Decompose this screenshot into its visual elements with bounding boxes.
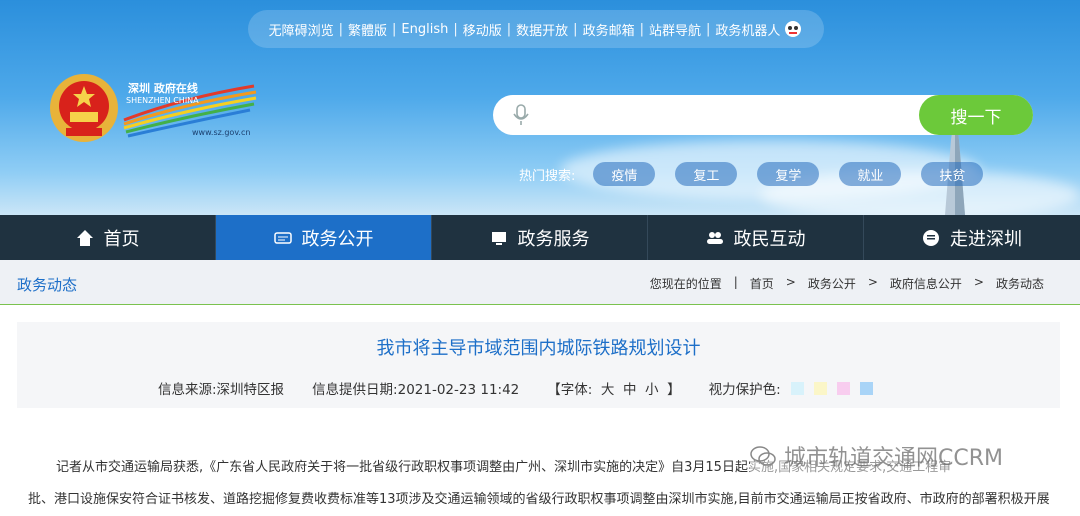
eye-color-swatch-pink[interactable] [836, 381, 850, 395]
article-source: 信息来源:深圳特区报 [158, 382, 285, 398]
search-button[interactable]: 搜一下 [919, 95, 1033, 135]
eye-protection-label: 视力保护色: [708, 382, 781, 398]
people-icon [706, 231, 723, 244]
top-link-gov-mail[interactable]: 政务邮箱 [583, 20, 635, 39]
hot-search-label: 热门搜索: [519, 168, 576, 184]
watermark: 城市轨道交通网CCRM [750, 440, 1003, 472]
microphone-icon[interactable] [513, 104, 529, 126]
nav-item-interaction[interactable]: 政民互动 [648, 215, 864, 260]
logo-url: www.sz.gov.cn [192, 128, 251, 137]
nav-label: 首页 [103, 228, 140, 250]
chat-icon [923, 229, 939, 246]
breadcrumb: 您现在的位置 | 首页 > 政务公开 > 政府信息公开 > 政务动态 [649, 275, 1044, 292]
nav-label: 走进深圳 [950, 228, 1022, 250]
nav-item-gov-affairs[interactable]: 政务公开 [216, 215, 432, 260]
article-paragraph: 批、港口设施保安符合证书核发、道路挖掘修复费收费标准等13项涉及交通运输领域的省… [28, 492, 1050, 507]
hot-keyword[interactable]: 复工 [675, 162, 738, 186]
logo-text-en: SHENZHEN CHINA [126, 96, 199, 105]
logo-text-cn: 深圳 政府在线 [128, 82, 198, 95]
news-icon [273, 231, 292, 244]
top-link-mobile[interactable]: 移动版 [463, 20, 502, 39]
breadcrumb-item[interactable]: 政务动态 [996, 275, 1044, 292]
search-bar: 搜一下 [493, 95, 1033, 135]
article-date: 信息提供日期:2021-02-23 11:42 [312, 382, 520, 398]
breadcrumb-label: 您现在的位置 [649, 277, 722, 291]
hot-keyword[interactable]: 复学 [757, 162, 820, 186]
top-link-accessibility[interactable]: 无障碍浏览 [269, 20, 334, 39]
nav-item-about-shenzhen[interactable]: 走进深圳 [864, 215, 1080, 260]
main-nav: 首页 政务公开 政务服务 政民互动 走进深圳 [0, 215, 1080, 260]
top-links-bar: 无障碍浏览 | 繁體版 | English | 移动版 | 数据开放 | 政务邮箱 | 站群… [248, 10, 824, 48]
wechat-icon [750, 446, 776, 466]
nav-item-gov-services[interactable]: 政务服务 [432, 215, 648, 260]
article-header: 我市将主导市域范围内城际铁路规划设计 信息来源:深圳特区报 信息提供日期:202… [17, 322, 1060, 408]
eye-color-swatch-cyan[interactable] [790, 381, 804, 395]
monitor-icon [491, 231, 506, 245]
top-link-gov-robot[interactable]: 政务机器人 [715, 20, 780, 39]
breadcrumb-item[interactable]: 首页 [750, 275, 774, 292]
breadcrumb-item[interactable]: 政务公开 [808, 275, 856, 292]
hot-keyword[interactable]: 疫情 [593, 162, 656, 186]
search-input[interactable] [543, 103, 903, 127]
font-size-control[interactable]: 【字体: 大 中 小 】 [547, 378, 680, 398]
hot-search: 热门搜索: 疫情 复工 复学 就业 扶贫 [519, 162, 1003, 186]
shenzhen-logo[interactable]: 深圳 政府在线 SHENZHEN CHINA www.sz.gov.cn [122, 78, 260, 140]
nav-label: 政务公开 [301, 228, 374, 250]
watermark-text: 城市轨道交通网CCRM [784, 446, 1003, 471]
nav-label: 政民互动 [733, 228, 806, 250]
eye-color-swatch-yellow[interactable] [813, 381, 827, 395]
top-link-english[interactable]: English [401, 22, 448, 37]
article-title: 我市将主导市域范围内城际铁路规划设计 [376, 338, 701, 359]
breadcrumb-item[interactable]: 政府信息公开 [890, 275, 962, 292]
eye-color-swatch-blue[interactable] [859, 381, 873, 395]
breadcrumb-bar: 政务动态 您现在的位置 | 首页 > 政务公开 > 政府信息公开 > 政务动态 [0, 260, 1080, 305]
national-emblem-icon [50, 74, 118, 142]
nav-item-home[interactable]: 首页 [0, 215, 216, 260]
top-link-site-nav[interactable]: 站群导航 [649, 20, 701, 39]
nav-label: 政务服务 [517, 228, 590, 250]
hot-keyword[interactable]: 扶贫 [921, 162, 984, 186]
top-link-open-data[interactable]: 数据开放 [516, 20, 568, 39]
header-banner: 无障碍浏览 | 繁體版 | English | 移动版 | 数据开放 | 政务邮箱 | 站群… [0, 0, 1080, 215]
section-title[interactable]: 政务动态 [17, 274, 77, 295]
hot-keyword[interactable]: 就业 [839, 162, 902, 186]
home-icon [76, 229, 93, 246]
article-meta: 信息来源:深圳特区报 信息提供日期:2021-02-23 11:42 【字体: … [158, 378, 873, 398]
robot-icon[interactable] [783, 20, 803, 38]
top-link-traditional[interactable]: 繁體版 [348, 20, 387, 39]
